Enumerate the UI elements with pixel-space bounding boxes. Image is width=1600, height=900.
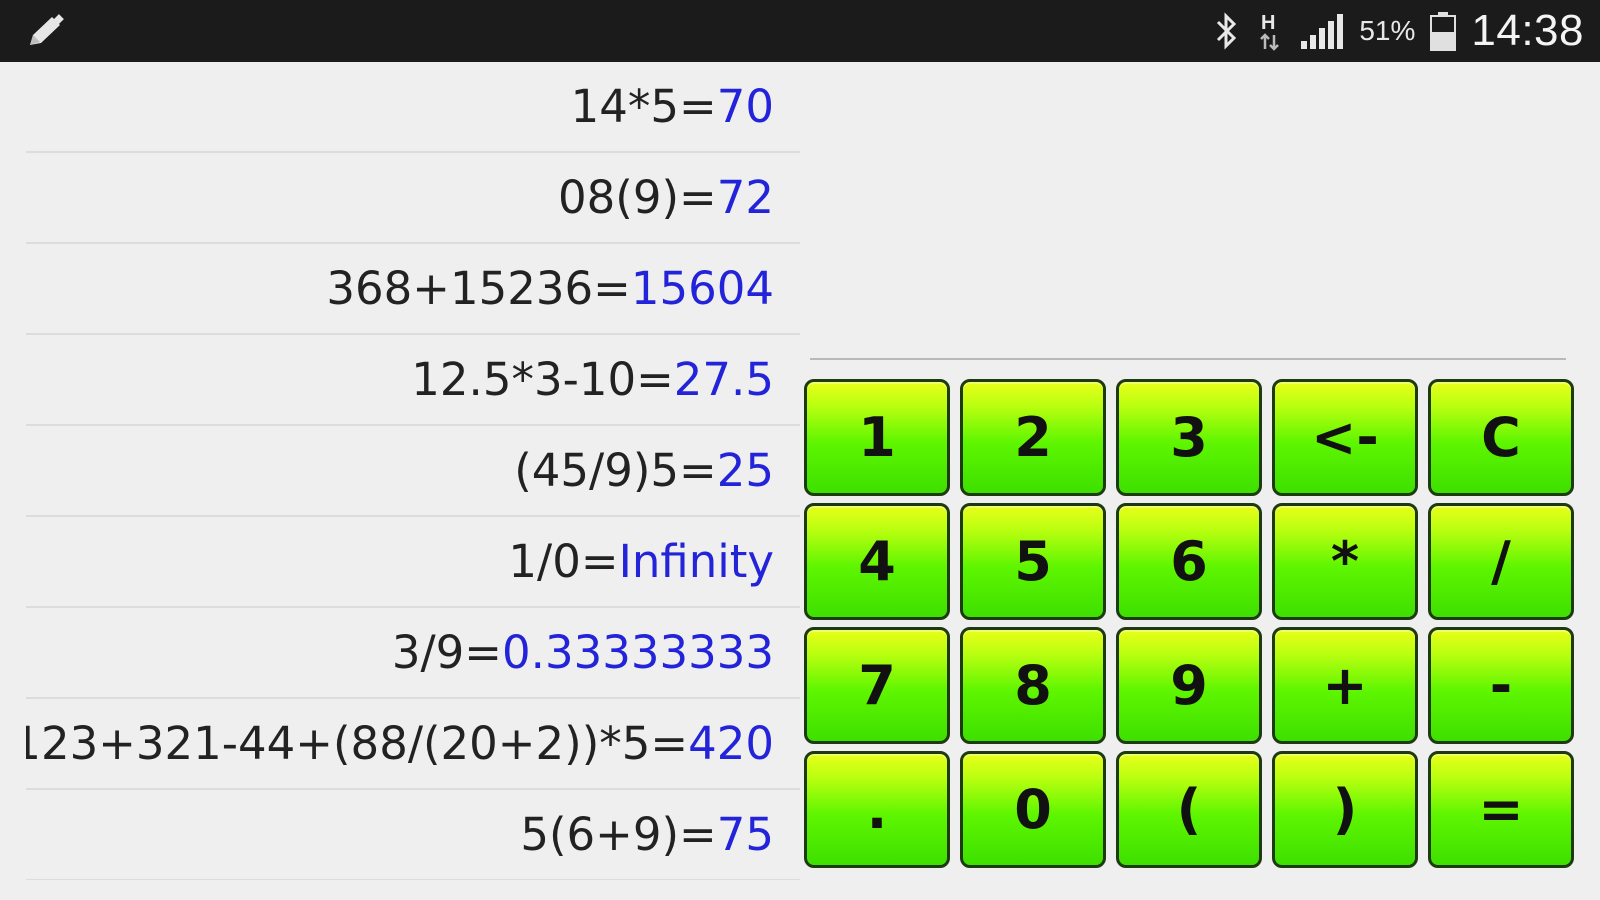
- status-bar: H 51% 14:38: [0, 0, 1600, 62]
- key-1[interactable]: 1: [804, 379, 950, 496]
- history-row[interactable]: 08(9)= 72: [26, 153, 800, 244]
- key-9[interactable]: 9: [1116, 627, 1262, 744]
- key-divide[interactable]: /: [1428, 503, 1574, 620]
- keypad: 1 2 3 <- C 4 5 6 * / 7 8 9 + - . 0 ( ) =: [804, 379, 1574, 868]
- history-row[interactable]: 3/9= 0.33333333: [26, 608, 800, 699]
- history-expression: 1/0=: [508, 535, 619, 588]
- history-row[interactable]: 12.5*3-10= 27.5: [26, 335, 800, 426]
- key-5[interactable]: 5: [960, 503, 1106, 620]
- history-result: 420: [688, 717, 774, 770]
- battery-icon: [1429, 10, 1457, 52]
- key-3[interactable]: 3: [1116, 379, 1262, 496]
- history-result: Infinity: [618, 535, 774, 588]
- battery-percent: 51%: [1359, 15, 1416, 46]
- key-0[interactable]: 0: [960, 751, 1106, 868]
- key-multiply[interactable]: *: [1272, 503, 1418, 620]
- history-result: 25: [716, 444, 774, 497]
- history-row[interactable]: 1/0= Infinity: [26, 517, 800, 608]
- key-2[interactable]: 2: [960, 379, 1106, 496]
- history-expression: 12.5*3-10=: [411, 353, 674, 406]
- signal-icon: [1299, 11, 1345, 51]
- history-expression: 14*5=: [570, 80, 717, 133]
- history-row[interactable]: 123+321-44+(88/(20+2))*5= 420: [26, 699, 800, 790]
- history-result: 75: [716, 808, 774, 861]
- calculator-display[interactable]: [810, 62, 1566, 360]
- history-expression: 123+321-44+(88/(20+2))*5=: [26, 717, 689, 770]
- key-clear[interactable]: C: [1428, 379, 1574, 496]
- history-expression: 5(6+9)=: [520, 808, 717, 861]
- key-decimal[interactable]: .: [804, 751, 950, 868]
- key-open-paren[interactable]: (: [1116, 751, 1262, 868]
- history-expression: 08(9)=: [558, 171, 717, 224]
- history-row[interactable]: 368+15236= 15604: [26, 244, 800, 335]
- status-icons: H 51% 14:38: [1211, 0, 1584, 62]
- key-7[interactable]: 7: [804, 627, 950, 744]
- key-equals[interactable]: =: [1428, 751, 1574, 868]
- history-result: 0.33333333: [502, 626, 774, 679]
- key-6[interactable]: 6: [1116, 503, 1262, 620]
- svg-text:H: H: [1261, 12, 1275, 34]
- key-plus[interactable]: +: [1272, 627, 1418, 744]
- history-result: 70: [716, 80, 774, 133]
- key-4[interactable]: 4: [804, 503, 950, 620]
- key-close-paren[interactable]: ): [1272, 751, 1418, 868]
- hspa-data-icon: H: [1255, 9, 1285, 53]
- history-result: 27.5: [673, 353, 774, 406]
- bluetooth-icon: [1211, 11, 1241, 51]
- history-row[interactable]: (45/9)5= 25: [26, 426, 800, 517]
- history-result: 72: [716, 171, 774, 224]
- clock: 14:38: [1471, 6, 1584, 55]
- key-8[interactable]: 8: [960, 627, 1106, 744]
- history-row[interactable]: 5(6+9)= 75: [26, 790, 800, 880]
- history-expression: 368+15236=: [326, 262, 631, 315]
- pencil-icon[interactable]: [24, 13, 68, 51]
- key-minus[interactable]: -: [1428, 627, 1574, 744]
- key-backspace[interactable]: <-: [1272, 379, 1418, 496]
- history-result: 15604: [630, 262, 774, 315]
- history-row[interactable]: 14*5= 70: [26, 62, 800, 153]
- history-expression: (45/9)5=: [514, 444, 717, 497]
- history-expression: 3/9=: [391, 626, 503, 679]
- calculation-history[interactable]: 14*5= 70 08(9)= 72 368+15236= 15604 12.5*3-…: [26, 62, 800, 880]
